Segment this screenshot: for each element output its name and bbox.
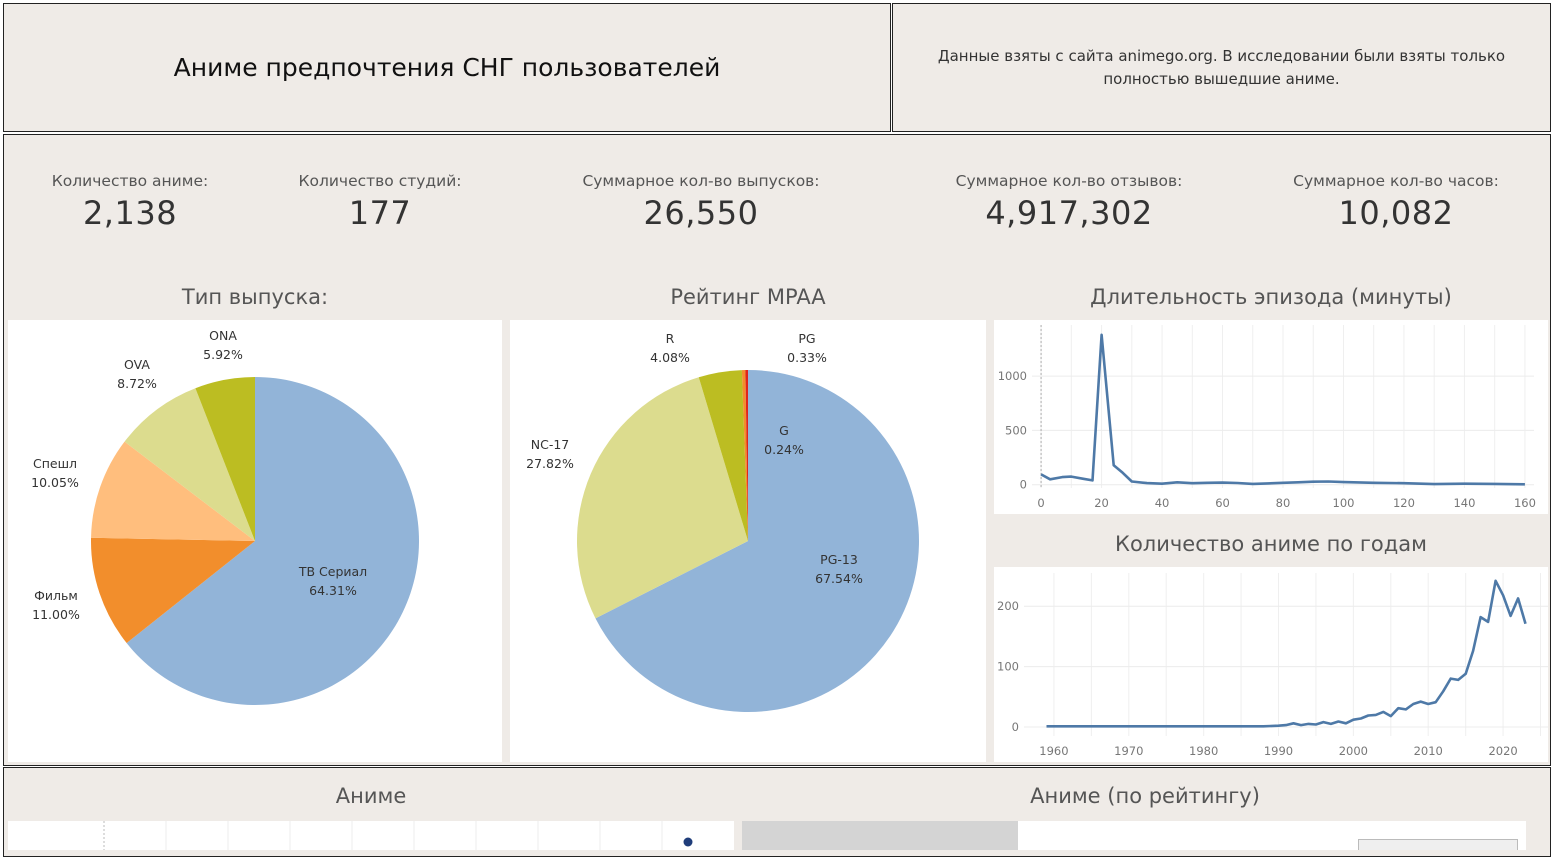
anime-rating-header-cell [742,821,1018,850]
x-tick-label: 80 [1276,496,1291,510]
y-tick-label: 100 [997,660,1019,674]
kpi-value: 4,917,302 [985,194,1153,232]
mpaa-pie-chart: PG-13 67.54% NC-17 27.82% R 4.08% PG 0.33% G 0.24… [526,331,919,712]
pie-value-label: 27.82% [526,456,574,471]
years-chart-title: Количество аниме по годам [1115,532,1427,556]
pie-label: NC-17 [531,437,570,452]
pie-value-label: 0.33% [787,350,827,365]
x-tick-label: 40 [1155,496,1170,510]
pie-label: PG-13 [820,552,858,567]
pie-label: Фильм [34,588,78,603]
y-tick-label: 200 [997,599,1019,613]
kpi-episodes-total: Суммарное кол-во выпусков: 26,550 [571,172,831,232]
anime-list-grid [103,821,693,850]
kpi-label: Количество студий: [298,172,462,190]
pie-value-label: 10.05% [31,475,79,490]
pie-value-label: 64.31% [309,583,357,598]
kpi-label: Количество аниме: [51,172,209,190]
pie-value-label: 5.92% [203,347,243,362]
kpi-value: 26,550 [643,194,759,232]
pie-label: ONA [209,328,237,343]
pie-value-label: 8.72% [117,376,157,391]
x-tick-label: 1990 [1264,744,1293,758]
years-line-container: 1960 1970 1980 1990 2000 2010 2020 0 100 200 [994,567,1548,762]
pie-label: ТВ Сериал [298,564,367,579]
anime-rating-button[interactable] [1358,839,1518,850]
x-tick-label: 2010 [1414,744,1443,758]
x-tick-label: 60 [1215,496,1230,510]
x-tick-label: 1960 [1039,744,1068,758]
x-tick-label: 100 [1333,496,1355,510]
x-tick-label: 2000 [1339,744,1368,758]
pie-value-label: 67.54% [815,571,863,586]
data-source-text: Данные взяты с сайта animego.org. В иссл… [937,46,1506,88]
pie-label: Спешл [33,456,77,471]
y-tick-label: 0 [1020,478,1027,492]
anime-rating-title: Аниме (по рейтингу) [1030,784,1260,808]
x-tick-label: 20 [1094,496,1109,510]
pie-label: PG [798,331,815,346]
kpi-label: Суммарное кол-во выпусков: [582,172,820,190]
dashboard-title-panel: Аниме предпочтения СНГ пользователей [3,3,891,132]
kpi-hours-total: Суммарное кол-во часов: 10,082 [1276,172,1516,232]
type-pie-container: ТВ Сериал 64.31% Фильм 11.00% Спешл 10.05% OVA… [8,320,502,762]
kpi-studio-count: Количество студий: 177 [280,172,480,232]
y-tick-label: 0 [1012,720,1019,734]
y-tick-label: 1000 [998,369,1027,383]
kpi-value: 2,138 [82,194,178,232]
x-tick-label: 0 [1037,496,1044,510]
kpi-reviews-total: Суммарное кол-во отзывов: 4,917,302 [939,172,1199,232]
mpaa-chart-title: Рейтинг MPAA [670,285,826,309]
series-line [1046,579,1527,728]
type-pie-chart: ТВ Сериал 64.31% Фильм 11.00% Спешл 10.05% OVA… [31,328,420,705]
x-tick-label: 120 [1393,496,1415,510]
x-tick-label: 140 [1453,496,1475,510]
anime-list-point [683,837,693,847]
x-tick-label: 1980 [1189,744,1218,758]
kpi-label: Суммарное кол-во часов: [1293,172,1499,190]
kpi-value: 177 [348,194,412,232]
y-tick-label: 500 [1005,423,1027,437]
duration-line-chart: 0 20 40 60 80 100 120 140 160 0 500 1000 [998,325,1536,510]
x-tick-label: 1970 [1114,744,1143,758]
type-chart-title: Тип выпуска: [181,285,329,309]
x-tick-label: 2020 [1488,744,1517,758]
anime-list-title: Аниме [335,784,407,808]
kpi-value: 10,082 [1338,194,1454,232]
pie-value-label: 11.00% [32,607,80,622]
mpaa-pie-container: PG-13 67.54% NC-17 27.82% R 4.08% PG 0.33% G 0.24… [510,320,986,762]
years-line-chart: 1960 1970 1980 1990 2000 2010 2020 0 100 200 [997,573,1548,758]
data-source-note: Данные взяты с сайта animego.org. В иссл… [892,3,1551,132]
kpi-anime-count: Количество аниме: 2,138 [30,172,230,232]
kpi-label: Суммарное кол-во отзывов: [955,172,1183,190]
x-tick-label: 160 [1514,496,1536,510]
page-title: Аниме предпочтения СНГ пользователей [173,53,721,82]
pie-label: OVA [124,357,150,372]
pie-value-label: 4.08% [650,350,690,365]
pie-value-label: 0.24% [764,442,804,457]
duration-line-container: 0 20 40 60 80 100 120 140 160 0 500 1000 [994,320,1548,514]
duration-chart-title: Длительность эпизода (минуты) [1090,285,1452,309]
pie-label: G [779,423,789,438]
anime-list-chart [8,821,734,850]
pie-label: R [666,331,675,346]
